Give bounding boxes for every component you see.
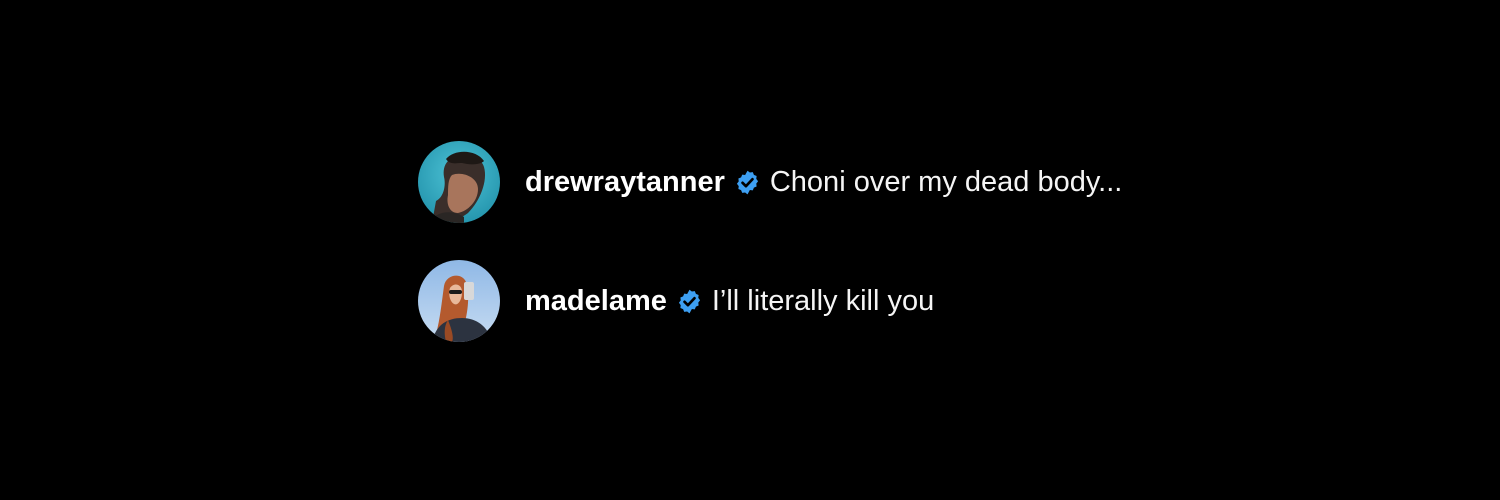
avatar[interactable] [418, 141, 500, 223]
comment-item: drewraytanner Choni over my dead body... [418, 141, 1318, 223]
username[interactable]: drewraytanner [525, 165, 725, 199]
avatar-image [418, 260, 500, 342]
comment-text-line: drewraytanner Choni over my dead body... [525, 165, 1122, 199]
username[interactable]: madelame [525, 284, 667, 318]
comment-text-line: madelame I’ll literally kill you [525, 284, 934, 318]
avatar[interactable] [418, 260, 500, 342]
verified-badge-icon [734, 169, 761, 196]
verified-badge-icon [676, 288, 703, 315]
comment-text: Choni over my dead body... [769, 166, 1123, 198]
comment-text: I’ll literally kill you [711, 285, 935, 317]
comment-list: drewraytanner Choni over my dead body... [418, 141, 1318, 342]
avatar-image [418, 141, 500, 223]
comment-item: madelame I’ll literally kill you [418, 260, 1318, 342]
